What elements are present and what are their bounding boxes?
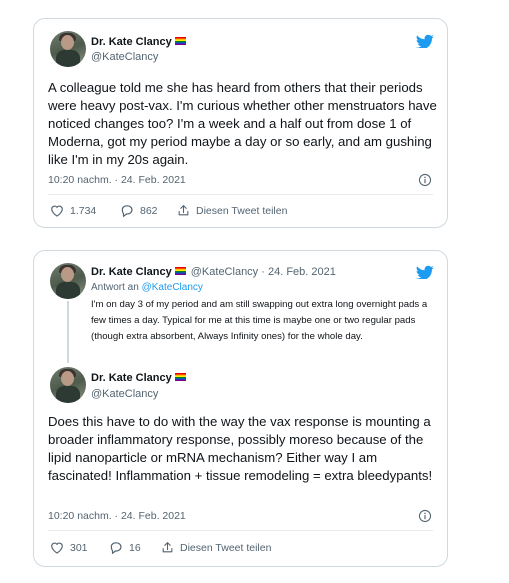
author-name[interactable]: Dr. Kate Clancy [91,36,186,48]
info-icon[interactable] [418,509,432,523]
rainbow-flag-icon [174,37,186,45]
reply-count: 16 [129,541,141,554]
avatar[interactable] [50,367,86,403]
like-count: 1.734 [70,204,97,217]
heart-icon [51,205,63,217]
parent-author-handle[interactable]: @KateClancy [191,266,258,278]
reply-to-handle[interactable]: @KateClancy [142,282,203,293]
rainbow-flag-icon [174,267,186,275]
share-label: Diesen Tweet teilen [196,204,288,217]
reply-icon [121,205,133,217]
share-label: Diesen Tweet teilen [180,541,272,554]
like-count: 301 [70,541,88,554]
tweet-text: A colleague told me she has heard from o… [48,80,437,167]
reply-prefix: Antwort an [91,282,139,293]
info-icon[interactable] [418,173,432,187]
timestamp[interactable]: 10:20 nachm. · 24. Feb. 2021 [48,174,186,186]
avatar[interactable] [50,31,86,67]
share-button[interactable]: Diesen Tweet teilen [177,204,287,217]
reply-icon [110,542,122,554]
parent-author-name[interactable]: Dr. Kate Clancy [91,266,172,278]
parent-author-line[interactable]: Dr. Kate Clancy @KateClancy · 24. Feb. 2… [91,266,336,278]
author-name-text[interactable]: Dr. Kate Clancy [91,372,172,384]
divider [48,530,433,531]
share-icon [178,205,189,216]
like-button[interactable]: 301 [50,541,88,554]
reply-to-line: Antwort an @KateClancy [91,282,203,293]
tweet-card[interactable]: Dr. Kate Clancy @KateClancy · 24. Feb. 2… [33,250,448,567]
author-name[interactable]: Dr. Kate Clancy [91,372,186,384]
share-button[interactable]: Diesen Tweet teilen [161,541,271,554]
reply-button[interactable]: 862 [120,204,158,217]
author-name-text[interactable]: Dr. Kate Clancy [91,36,172,48]
tweet-text: Does this have to do with the way the va… [48,414,433,483]
twitter-bird-icon[interactable] [416,33,434,48]
avatar[interactable] [50,263,86,299]
heart-icon [51,542,63,554]
share-icon [162,542,173,553]
rainbow-flag-icon [174,373,186,381]
reply-count: 862 [140,204,158,217]
author-handle[interactable]: @KateClancy [91,388,158,400]
parent-date[interactable]: · 24. Feb. 2021 [261,266,336,278]
reply-button[interactable]: 16 [109,541,141,554]
tweet-card[interactable]: Dr. Kate Clancy @KateClancy A colleague … [33,18,448,228]
parent-tweet-text: I'm on day 3 of my period and am still s… [91,299,428,342]
thread-line [67,301,69,363]
divider [48,194,433,195]
like-button[interactable]: 1.734 [50,204,96,217]
author-handle[interactable]: @KateClancy [91,51,158,63]
timestamp[interactable]: 10:20 nachm. · 24. Feb. 2021 [48,510,186,522]
twitter-bird-icon[interactable] [416,264,434,279]
